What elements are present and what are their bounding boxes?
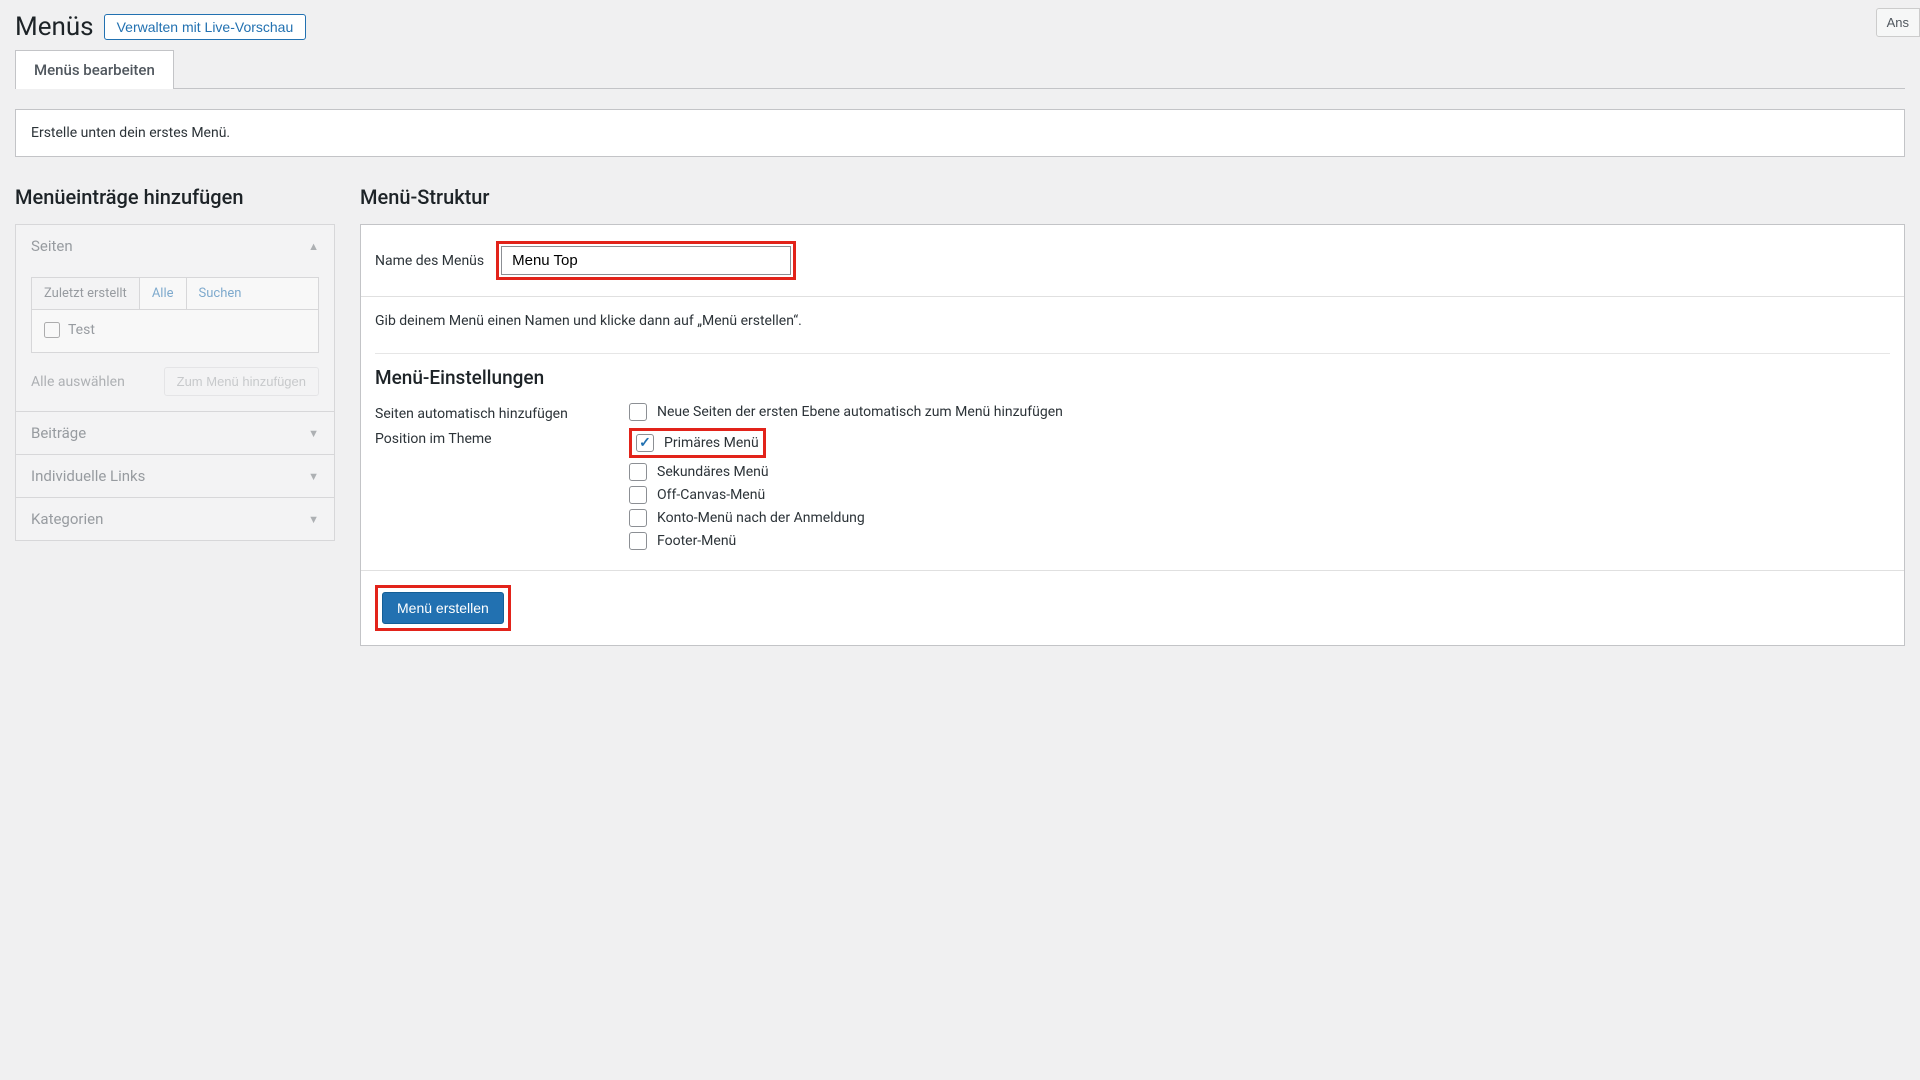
live-preview-button[interactable]: Verwalten mit Live-Vorschau — [104, 14, 307, 40]
position-primary-checkbox[interactable]: Primäres Menü — [629, 428, 766, 458]
page-item-label: Test — [68, 322, 95, 338]
caret-down-icon: ▼ — [308, 513, 319, 526]
checkbox-checked-icon — [636, 434, 654, 452]
panel-links-header[interactable]: Individuelle Links ▼ — [16, 455, 334, 497]
position-label: Position im Theme — [375, 428, 629, 447]
position-account-label: Konto-Menü nach der Anmeldung — [657, 510, 865, 526]
add-to-menu-button[interactable]: Zum Menü hinzufügen — [164, 367, 319, 396]
panel-links-label: Individuelle Links — [31, 467, 145, 485]
intro-text: Gib deinem Menü einen Namen und klicke d… — [375, 313, 1890, 329]
panel-pages-label: Seiten — [31, 237, 73, 255]
position-offcanvas-label: Off-Canvas-Menü — [657, 487, 765, 503]
page-checkbox-test[interactable]: Test — [44, 322, 306, 338]
position-offcanvas-checkbox[interactable]: Off-Canvas-Menü — [629, 486, 1890, 504]
auto-add-checkbox[interactable]: Neue Seiten der ersten Ebene automatisch… — [629, 403, 1890, 421]
create-menu-highlight: Menü erstellen — [375, 585, 511, 631]
panel-categories-header[interactable]: Kategorien ▼ — [16, 498, 334, 540]
auto-add-option-label: Neue Seiten der ersten Ebene automatisch… — [657, 404, 1063, 420]
panel-posts-header[interactable]: Beiträge ▼ — [16, 412, 334, 454]
add-items-title: Menüeinträge hinzufügen — [15, 185, 335, 209]
caret-down-icon: ▼ — [308, 470, 319, 483]
notice-text: Erstelle unten dein erstes Menü. — [31, 125, 230, 141]
checkbox-icon — [629, 532, 647, 550]
position-footer-label: Footer-Menü — [657, 533, 736, 549]
checkbox-icon — [629, 403, 647, 421]
position-secondary-label: Sekundäres Menü — [657, 464, 769, 480]
position-footer-checkbox[interactable]: Footer-Menü — [629, 532, 1890, 550]
create-menu-button[interactable]: Menü erstellen — [382, 592, 504, 624]
nav-tabs: Menüs bearbeiten — [15, 50, 1905, 89]
position-primary-label: Primäres Menü — [664, 435, 759, 451]
checkbox-icon — [629, 486, 647, 504]
mini-tab-search[interactable]: Suchen — [187, 278, 254, 309]
menu-name-input[interactable] — [501, 246, 791, 275]
menu-settings-title: Menü-Einstellungen — [375, 353, 1890, 389]
menu-structure-title: Menü-Struktur — [360, 185, 1905, 209]
auto-add-label: Seiten automatisch hinzufügen — [375, 403, 629, 422]
mini-tab-recent[interactable]: Zuletzt erstellt — [32, 278, 140, 309]
select-all-link[interactable]: Alle auswählen — [31, 374, 125, 390]
page-title: Menüs — [15, 12, 94, 42]
caret-up-icon: ▲ — [308, 240, 319, 253]
menu-name-label: Name des Menüs — [375, 253, 484, 269]
panel-posts-label: Beiträge — [31, 424, 86, 442]
checkbox-icon — [629, 509, 647, 527]
panel-pages-header[interactable]: Seiten ▲ — [16, 225, 334, 267]
checkbox-icon — [629, 463, 647, 481]
position-account-checkbox[interactable]: Konto-Menü nach der Anmeldung — [629, 509, 1890, 527]
panel-categories-label: Kategorien — [31, 510, 103, 528]
position-secondary-checkbox[interactable]: Sekundäres Menü — [629, 463, 1890, 481]
caret-down-icon: ▼ — [308, 427, 319, 440]
menu-name-highlight — [496, 241, 796, 280]
notice-create-first-menu: Erstelle unten dein erstes Menü. — [15, 109, 1905, 157]
screen-options-button[interactable]: Ans — [1876, 8, 1920, 37]
tab-edit-menus[interactable]: Menüs bearbeiten — [15, 50, 174, 89]
mini-tab-all[interactable]: Alle — [140, 278, 187, 309]
